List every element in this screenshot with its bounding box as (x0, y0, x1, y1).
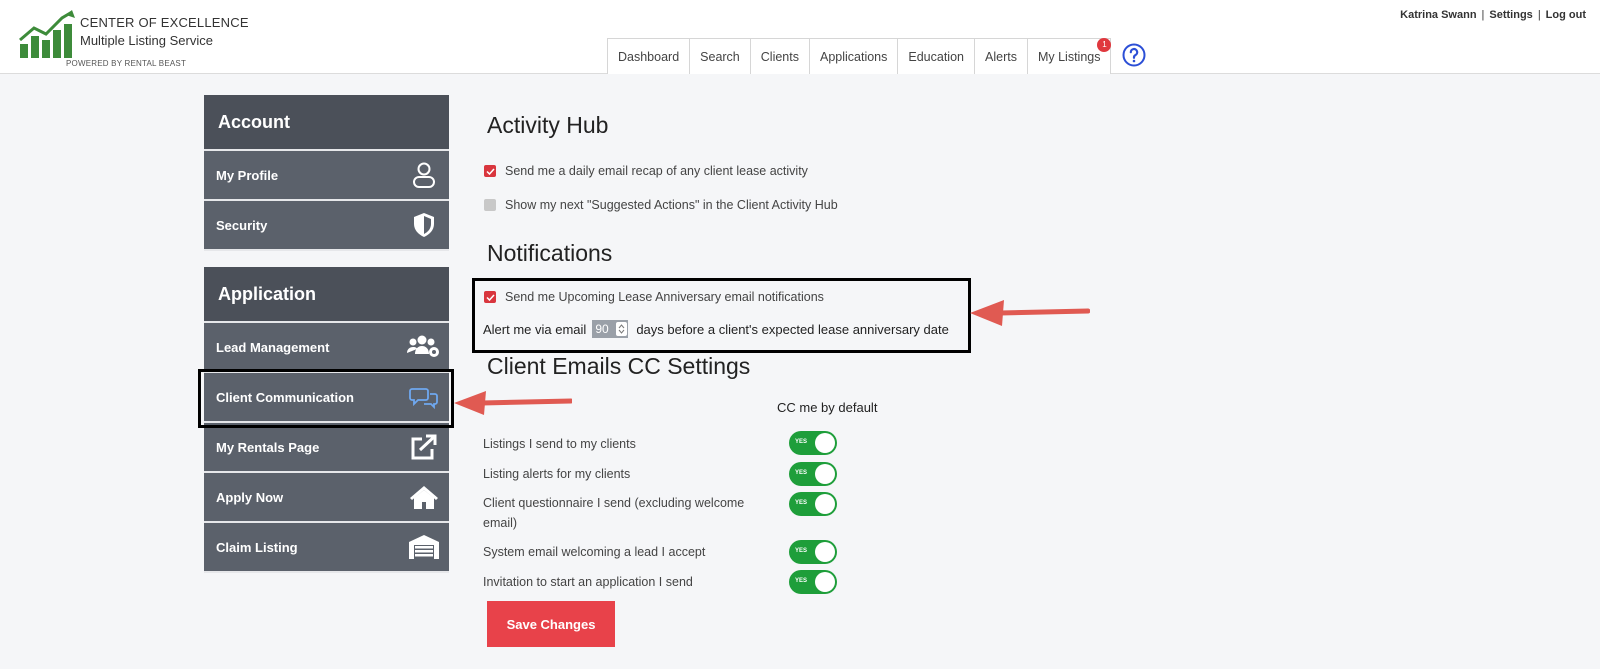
toggle-text: YES (795, 470, 808, 476)
anniversary-checkbox[interactable] (484, 291, 496, 303)
tab-dashboard[interactable]: Dashboard (607, 38, 691, 74)
sidebar-item-label: Claim Listing (216, 539, 298, 555)
cc-toggle-listings[interactable]: YES (789, 431, 837, 455)
cc-settings-title: Client Emails CC Settings (487, 353, 751, 379)
toggle-text: YES (795, 500, 808, 506)
red-arrow-annotation-icon (970, 300, 1090, 326)
sidebar-item-label: Lead Management (216, 339, 330, 355)
cc-row-label: Listings I send to my clients (483, 437, 636, 451)
settings-link[interactable]: Settings (1489, 9, 1532, 21)
alert-days-stepper[interactable]: 90 (592, 320, 629, 338)
garage-icon (399, 534, 449, 560)
sidebar-item-label: Client Communication (216, 389, 354, 405)
toggle-text: YES (795, 548, 808, 554)
sidebar-item-label: Security (216, 217, 268, 233)
sidebar-item-client-communication[interactable]: Client Communication (204, 373, 449, 423)
separator: | (1481, 9, 1485, 21)
suggested-actions-label: Show my next "Suggested Actions" in the … (505, 198, 838, 212)
alert-days-value: 90 (595, 322, 609, 336)
tab-my-listings-label: My Listings (1037, 49, 1101, 64)
daily-recap-option: Send me a daily email recap of any clien… (484, 164, 808, 178)
application-header: Application (204, 267, 449, 323)
settings-sidebar: Account My Profile Security Application … (204, 95, 449, 573)
chat-bubbles-icon (399, 385, 449, 409)
toggle-text: YES (795, 578, 808, 584)
save-changes-button[interactable]: Save Changes (487, 601, 615, 647)
toggle-knob (815, 542, 835, 562)
main-nav: Dashboard Search Clients Applications Ed… (607, 38, 1112, 74)
toggle-knob (815, 464, 835, 484)
brand-logo[interactable]: CENTER OF EXCELLENCE Multiple Listing Se… (18, 8, 249, 70)
red-arrow-annotation-icon (454, 391, 572, 415)
rising-bars-logo-icon (19, 10, 75, 58)
suggested-actions-checkbox[interactable] (484, 199, 496, 211)
activity-hub-title: Activity Hub (487, 112, 609, 138)
sidebar-item-label: My Rentals Page (216, 439, 320, 455)
tab-alerts[interactable]: Alerts (974, 38, 1028, 74)
daily-recap-label: Send me a daily email recap of any clien… (505, 164, 808, 178)
question-circle-icon[interactable] (1122, 43, 1146, 67)
tab-applications[interactable]: Applications (808, 38, 899, 74)
home-icon (399, 484, 449, 510)
alert-suffix-text: days before a client's expected lease an… (636, 321, 949, 337)
cc-toggle-listing-alerts[interactable]: YES (789, 462, 837, 486)
tab-search[interactable]: Search (689, 38, 751, 74)
daily-recap-checkbox[interactable] (484, 165, 496, 177)
brand-subtitle: Multiple Listing Service (80, 33, 213, 48)
sidebar-item-apply-now[interactable]: Apply Now (204, 473, 449, 523)
suggested-actions-option: Show my next "Suggested Actions" in the … (484, 198, 838, 212)
sidebar-item-claim-listing[interactable]: Claim Listing (204, 523, 449, 573)
logout-link[interactable]: Log out (1546, 9, 1586, 21)
cc-toggle-application-invite[interactable]: YES (789, 570, 837, 594)
anniversary-option: Send me Upcoming Lease Anniversary email… (484, 290, 824, 304)
sidebar-item-my-rentals-page[interactable]: My Rentals Page (204, 423, 449, 473)
spinner-arrows-icon[interactable] (616, 322, 628, 336)
powered-by: POWERED BY RENTAL BEAST (66, 59, 187, 68)
tab-education[interactable]: Education (897, 38, 975, 74)
alert-days-row: Alert me via email 90 days before a clie… (483, 320, 949, 338)
user-name-link[interactable]: Katrina Swann (1400, 9, 1476, 21)
toggle-text: YES (795, 439, 808, 445)
notifications-title: Notifications (487, 240, 613, 266)
notification-badge: 1 (1097, 38, 1112, 52)
external-link-icon (399, 434, 449, 460)
cc-toggle-questionnaire[interactable]: YES (789, 492, 837, 516)
tab-clients[interactable]: Clients (749, 38, 810, 74)
user-links: Katrina Swann | Settings | Log out (1400, 9, 1586, 21)
toggle-knob (815, 572, 835, 592)
separator: | (1537, 9, 1541, 21)
top-header: CENTER OF EXCELLENCE Multiple Listing Se… (0, 0, 1600, 74)
account-header: Account (204, 95, 449, 151)
anniversary-label: Send me Upcoming Lease Anniversary email… (505, 290, 824, 304)
toggle-knob (815, 494, 835, 514)
cc-toggle-welcome-email[interactable]: YES (789, 540, 837, 564)
cc-row-label: Invitation to start an application I sen… (483, 575, 693, 589)
sidebar-item-lead-management[interactable]: Lead Management (204, 323, 449, 373)
brand-name: CENTER OF EXCELLENCE (80, 15, 249, 30)
shield-icon (399, 212, 449, 238)
cc-row-label: System email welcoming a lead I accept (483, 545, 706, 559)
cc-row-label: Client questionnaire I send (excluding w… (483, 496, 745, 530)
sidebar-item-label: Apply Now (216, 489, 284, 505)
tab-my-listings[interactable]: My Listings 1 (1026, 38, 1112, 74)
cc-column-header: CC me by default (777, 400, 878, 415)
user-icon (399, 162, 449, 188)
sidebar-item-label: My Profile (216, 167, 279, 183)
cc-row-label: Listing alerts for my clients (483, 467, 631, 481)
alert-prefix-text: Alert me via email (483, 321, 587, 337)
sidebar-item-my-profile[interactable]: My Profile (204, 151, 449, 201)
toggle-knob (815, 433, 835, 453)
sidebar-item-security[interactable]: Security (204, 201, 449, 251)
users-gear-icon (399, 335, 449, 359)
